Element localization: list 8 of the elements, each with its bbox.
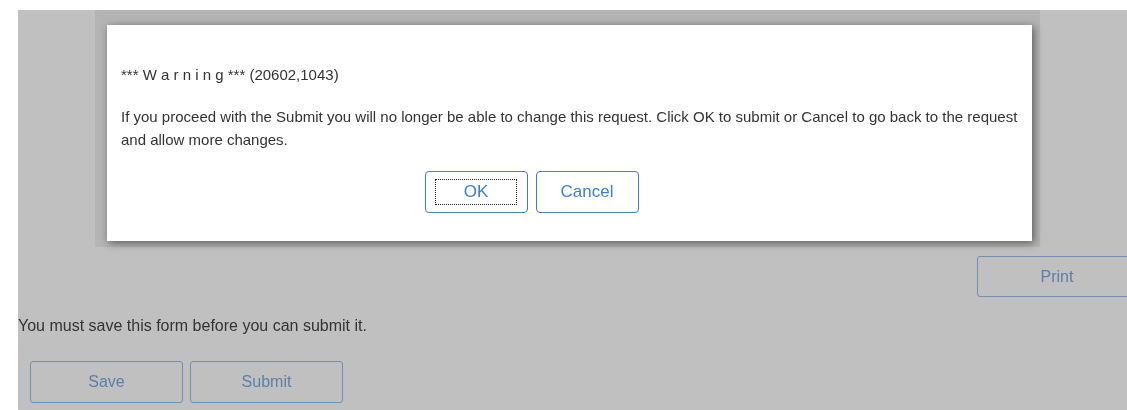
notice-text: You must save this form before you can submit it. — [18, 317, 368, 335]
dialog-message: If you proceed with the Submit you will no longer be able to change this request. Click OK to submit or Cancel to go back to the request and allow more changes. — [121, 107, 1019, 150]
print-button[interactable]: Print — [977, 256, 1127, 297]
action-button[interactable]: Submit — [190, 361, 343, 403]
dialog-button[interactable]: Cancel — [535, 171, 639, 213]
dialog-button[interactable]: OK — [424, 171, 528, 213]
action-button[interactable]: Save — [30, 361, 183, 403]
dialog-heading: *** W a r n i n g *** (20602,1043) — [121, 66, 340, 83]
